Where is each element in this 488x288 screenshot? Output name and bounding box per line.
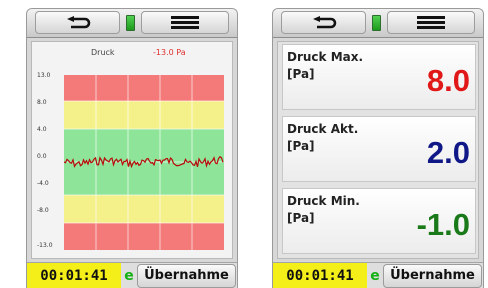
top-toolbar — [273, 9, 483, 38]
pressure-min-label: Druck Min. [Pa] — [287, 194, 360, 225]
y-tick-label: -4.0 — [37, 180, 49, 187]
y-tick-label: 13.0 — [37, 72, 51, 79]
values-screen: Druck Max. [Pa] 8.0 Druck Akt. [Pa] 2.0 … — [277, 41, 479, 259]
hamburger-menu-icon — [171, 16, 199, 29]
y-tick-label: 4.0 — [37, 126, 47, 133]
timer-display: 00:01:41 — [27, 263, 121, 288]
pressure-current-value: 2.0 — [426, 135, 470, 170]
top-toolbar — [27, 9, 237, 38]
menu-button[interactable] — [141, 11, 229, 34]
e-status-icon: e — [370, 268, 380, 284]
pressure-min-value: -1.0 — [416, 207, 470, 242]
pressure-max-value: 8.0 — [426, 63, 470, 98]
y-tick-label: 8.0 — [37, 99, 47, 106]
lower-red-zone — [64, 223, 224, 250]
y-tick-label: 0.0 — [37, 153, 47, 160]
pressure-current-cell: Druck Akt. [Pa] 2.0 — [282, 116, 476, 182]
timer-display: 00:01:41 — [273, 263, 367, 288]
battery-icon — [372, 15, 381, 31]
graph-device-panel: Druck -13.0 Pa 13.0 8.0 4.0 0.0 -4.0 -8.… — [26, 8, 238, 288]
graph-label: Druck — [91, 48, 115, 57]
pressure-min-cell: Druck Min. [Pa] -1.0 — [282, 188, 476, 254]
values-device-panel: Druck Max. [Pa] 8.0 Druck Akt. [Pa] 2.0 … — [272, 8, 484, 288]
bottom-bar: 00:01:41 e Übernahme — [27, 262, 237, 288]
back-arrow-icon — [66, 15, 90, 28]
back-button[interactable] — [35, 11, 120, 34]
pressure-graph: Druck -13.0 Pa 13.0 8.0 4.0 0.0 -4.0 -8.… — [31, 41, 233, 259]
graph-current-value: -13.0 Pa — [153, 48, 186, 57]
menu-button[interactable] — [387, 11, 475, 34]
accept-button[interactable]: Übernahme — [383, 264, 482, 288]
bottom-bar: 00:01:41 e Übernahme — [273, 262, 483, 288]
upper-red-zone — [64, 75, 224, 101]
back-button[interactable] — [281, 11, 366, 34]
graph-plot-area — [64, 75, 224, 250]
pressure-max-label: Druck Max. [Pa] — [287, 50, 364, 81]
battery-icon — [126, 15, 135, 31]
y-tick-label: -8.0 — [37, 207, 49, 214]
pressure-max-cell: Druck Max. [Pa] 8.0 — [282, 44, 476, 110]
pressure-current-label: Druck Akt. [Pa] — [287, 122, 359, 153]
hamburger-menu-icon — [417, 16, 445, 29]
accept-button[interactable]: Übernahme — [137, 264, 236, 288]
y-tick-label: -13.0 — [37, 242, 53, 249]
e-status-icon: e — [124, 268, 134, 284]
upper-yellow-zone — [64, 101, 224, 129]
lower-yellow-zone — [64, 195, 224, 223]
back-arrow-icon — [312, 15, 336, 28]
